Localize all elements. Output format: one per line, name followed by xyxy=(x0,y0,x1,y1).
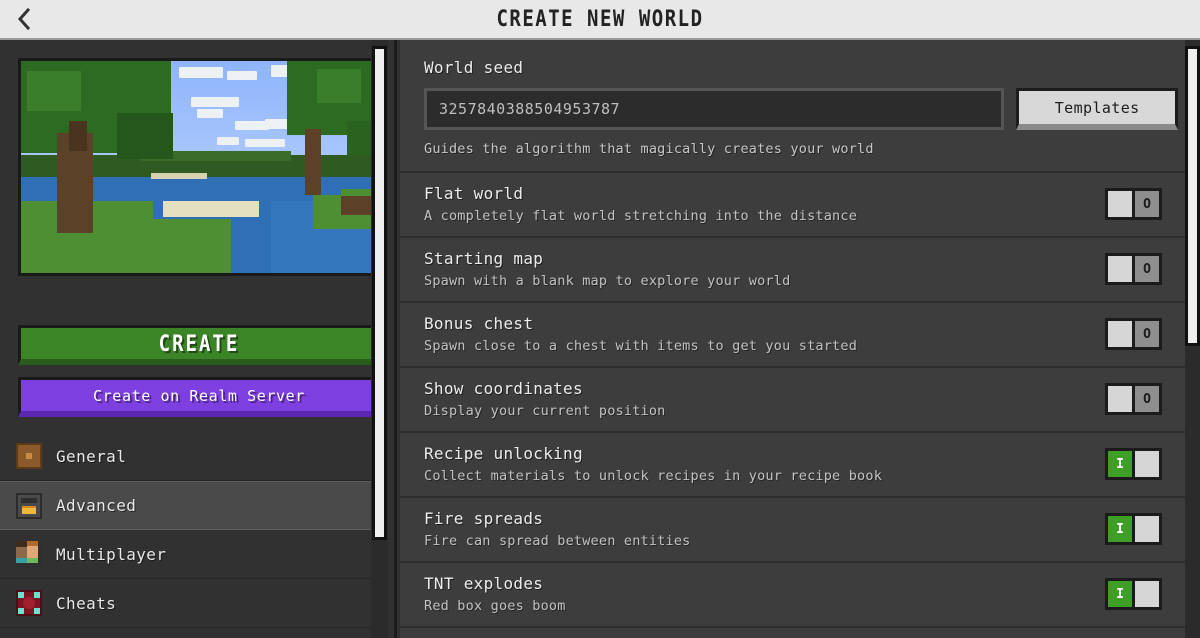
setting-row-bonus-chest[interactable]: Bonus chest Spawn close to a chest with … xyxy=(400,303,1200,368)
setting-title: Bonus chest xyxy=(424,314,534,333)
tree-trunk xyxy=(69,121,87,151)
templates-button[interactable]: Templates xyxy=(1016,88,1178,130)
toggle-on-label: I xyxy=(1105,578,1135,610)
toggle-off-label: O xyxy=(1132,188,1162,220)
cloud xyxy=(191,97,239,107)
setting-row-starting-map[interactable]: Starting map Spawn with a blank map to e… xyxy=(400,238,1200,303)
setting-row-tnt-explodes[interactable]: TNT explodes Red box goes boom I xyxy=(400,563,1200,628)
setting-description: Spawn close to a chest with items to get… xyxy=(424,338,858,354)
realm-button-label: Create on Realm Server xyxy=(93,386,305,405)
world-seed-row: Templates xyxy=(424,88,1178,130)
sidebar-item-advanced[interactable]: Advanced xyxy=(0,481,385,530)
world-seed-label: World seed xyxy=(424,58,524,77)
setting-title: Starting map xyxy=(424,249,544,268)
cloud xyxy=(235,121,269,130)
toggle-tnt-explodes[interactable]: I xyxy=(1105,578,1165,610)
tree-leaves xyxy=(317,69,361,103)
toggle-fire-spreads[interactable]: I xyxy=(1105,513,1165,545)
setting-title: Flat world xyxy=(424,184,524,203)
sidebar-scrollbar-thumb[interactable] xyxy=(372,46,387,540)
grass-bank xyxy=(21,219,231,273)
toggle-off-label: O xyxy=(1132,318,1162,350)
sidebar-scrollbar[interactable] xyxy=(371,40,388,638)
toggle-knob xyxy=(1132,448,1162,480)
sidebar-item-label: Cheats xyxy=(56,593,117,613)
world-seed-section: World seed Templates Guides the algorith… xyxy=(400,40,1200,173)
page-body: CREATE Create on Realm Server General Ad… xyxy=(0,40,1200,638)
setting-title: Show coordinates xyxy=(424,379,583,398)
sidebar-item-label: Advanced xyxy=(56,496,137,515)
tree-leaves xyxy=(27,71,81,111)
toggle-on-label: I xyxy=(1105,448,1135,480)
cloud xyxy=(217,137,239,145)
sidebar-item-label: General xyxy=(56,446,127,466)
sidebar-nav: General Advanced Multiplayer Cheats Reso… xyxy=(0,432,385,638)
create-on-realm-server-button[interactable]: Create on Realm Server xyxy=(18,377,380,417)
settings-panel: World seed Templates Guides the algorith… xyxy=(400,40,1200,638)
toggle-starting-map[interactable]: O xyxy=(1105,253,1165,285)
toggle-knob xyxy=(1105,318,1135,350)
setting-title: TNT explodes xyxy=(424,574,544,593)
players-icon xyxy=(16,541,42,567)
toggle-knob xyxy=(1132,513,1162,545)
world-preview-image xyxy=(21,61,377,273)
toggle-recipe-unlocking[interactable]: I xyxy=(1105,448,1165,480)
world-seed-input[interactable] xyxy=(424,88,1005,130)
furnace-icon xyxy=(16,492,42,519)
create-button[interactable]: CREATE xyxy=(18,325,380,365)
setting-description: Display your current position xyxy=(424,403,666,419)
setting-description: Spawn with a blank map to explore your w… xyxy=(424,273,791,289)
command-block-icon xyxy=(16,590,42,616)
cloud xyxy=(227,71,257,80)
toggle-show-coordinates[interactable]: O xyxy=(1105,383,1165,415)
create-button-label: CREATE xyxy=(158,330,240,357)
toggle-knob xyxy=(1105,253,1135,285)
toggle-off-label: O xyxy=(1132,383,1162,415)
world-preview xyxy=(18,58,380,276)
sidebar-item-resource-packs[interactable]: Resource Packs xyxy=(0,628,385,638)
sand-bank xyxy=(151,173,207,179)
cloud xyxy=(245,139,285,147)
page-title: CREATE NEW WORLD xyxy=(496,6,704,32)
tree-leaves xyxy=(117,113,173,159)
sidebar: CREATE Create on Realm Server General Ad… xyxy=(0,40,397,638)
templates-button-label: Templates xyxy=(1054,98,1140,117)
setting-row-flat-world[interactable]: Flat world A completely flat world stret… xyxy=(400,173,1200,238)
setting-description: Fire can spread between entities xyxy=(424,533,691,549)
crafting-table-icon xyxy=(16,443,42,469)
toggle-knob xyxy=(1132,578,1162,610)
title-bar: CREATE NEW WORLD xyxy=(0,0,1200,40)
toggle-knob xyxy=(1105,188,1135,220)
toggle-flat-world[interactable]: O xyxy=(1105,188,1165,220)
cloud xyxy=(179,67,223,78)
setting-row-show-coordinates[interactable]: Show coordinates Display your current po… xyxy=(400,368,1200,433)
setting-title: Fire spreads xyxy=(424,509,544,528)
sand-bank xyxy=(163,201,259,217)
world-seed-hint: Guides the algorithm that magically crea… xyxy=(424,141,874,157)
toggle-knob xyxy=(1105,383,1135,415)
setting-row-fire-spreads[interactable]: Fire spreads Fire can spread between ent… xyxy=(400,498,1200,563)
setting-description: Collect materials to unlock recipes in y… xyxy=(424,468,883,484)
sidebar-item-cheats[interactable]: Cheats xyxy=(0,579,385,628)
sidebar-item-general[interactable]: General xyxy=(0,432,385,481)
setting-description: A completely flat world stretching into … xyxy=(424,208,858,224)
sidebar-item-multiplayer[interactable]: Multiplayer xyxy=(0,530,385,579)
settings-scrollbar[interactable] xyxy=(1185,40,1200,638)
sidebar-item-label: Multiplayer xyxy=(56,544,167,564)
setting-title: Recipe unlocking xyxy=(424,444,583,463)
cloud xyxy=(197,109,223,118)
toggle-off-label: O xyxy=(1132,253,1162,285)
settings-scrollbar-thumb[interactable] xyxy=(1185,46,1200,346)
tree-trunk xyxy=(305,129,321,195)
setting-description: Red box goes boom xyxy=(424,598,566,614)
toggle-on-label: I xyxy=(1105,513,1135,545)
setting-row-recipe-unlocking[interactable]: Recipe unlocking Collect materials to un… xyxy=(400,433,1200,498)
toggle-bonus-chest[interactable]: O xyxy=(1105,318,1165,350)
